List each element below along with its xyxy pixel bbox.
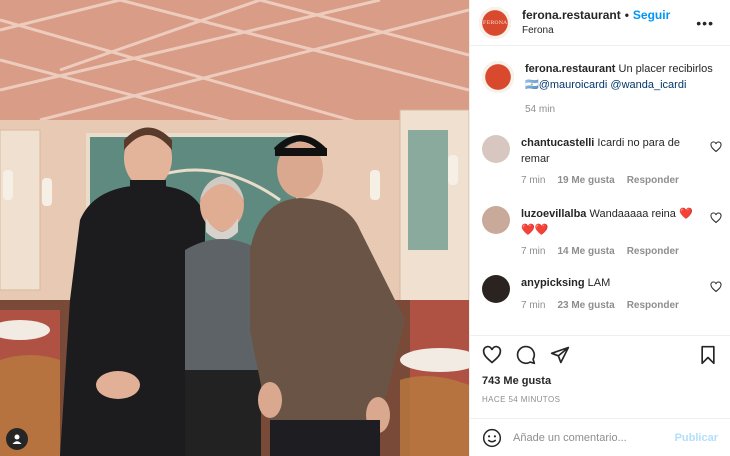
comment-likes[interactable]: 14 Me gusta — [557, 246, 614, 257]
comment-time[interactable]: 7 min — [521, 175, 545, 186]
reply-button[interactable]: Responder — [627, 300, 679, 311]
comment-username[interactable]: luzoevillalba — [521, 208, 586, 220]
like-heart-icon[interactable] — [482, 345, 502, 365]
comment-username[interactable]: anypicksing — [521, 277, 585, 289]
instagram-post-modal: FERONA ferona.restaurant • Seguir Ferona… — [0, 0, 730, 456]
share-paper-plane-icon[interactable] — [550, 345, 570, 365]
post-caption: ferona.restaurant Un placer recibirlos 🇦… — [482, 61, 720, 115]
follow-button[interactable]: Seguir — [633, 9, 670, 21]
like-count[interactable]: 743 Me gusta — [470, 375, 730, 387]
post-timestamp: HACE 54 MINUTOS — [482, 395, 561, 404]
like-comment-heart-icon[interactable] — [710, 141, 722, 153]
comment-text: LAM — [587, 277, 611, 289]
comment-item: luzoevillalba Wandaaaaa reina ❤️❤️❤️ 7 m… — [482, 206, 722, 257]
comment-time[interactable]: 7 min — [521, 246, 545, 257]
header-text: ferona.restaurant • Seguir Ferona — [522, 9, 696, 36]
post-header: FERONA ferona.restaurant • Seguir Ferona… — [470, 0, 730, 46]
comment-text: Wandaaaaa reina — [589, 208, 676, 220]
comment-likes[interactable]: 23 Me gusta — [557, 300, 614, 311]
separator-dot: • — [624, 8, 629, 22]
comment-bubble-icon[interactable] — [516, 345, 536, 365]
location-link[interactable]: Ferona — [522, 26, 696, 36]
caption-avatar[interactable] — [482, 61, 514, 93]
comment-input[interactable]: Añade un comentario... — [513, 432, 675, 444]
caption-time[interactable]: 54 min — [525, 104, 555, 115]
comment-item: anypicksing LAM 7 min 23 Me gusta Respon… — [482, 275, 722, 311]
comment-time[interactable]: 7 min — [521, 300, 545, 311]
reply-button[interactable]: Responder — [627, 175, 679, 186]
like-comment-heart-icon[interactable] — [710, 212, 722, 224]
mention-mauroicardi[interactable]: @mauroicardi — [539, 79, 608, 91]
comment-avatar[interactable] — [482, 206, 510, 234]
caption-username[interactable]: ferona.restaurant — [525, 63, 615, 75]
tagged-users-button[interactable] — [6, 428, 28, 450]
flag-emoji: 🇦🇷 — [525, 79, 539, 91]
mention-wanda-icardi[interactable]: @wanda_icardi — [610, 79, 686, 91]
reply-button[interactable]: Responder — [627, 246, 679, 257]
comment-likes[interactable]: 19 Me gusta — [557, 175, 614, 186]
photo-illustration — [0, 0, 469, 456]
publish-button[interactable]: Publicar — [675, 432, 718, 444]
account-avatar[interactable]: FERONA — [479, 6, 511, 39]
person-tag-icon — [12, 434, 22, 444]
emoji-icon[interactable] — [482, 428, 502, 448]
comment-avatar[interactable] — [482, 275, 510, 303]
post-side-panel: FERONA ferona.restaurant • Seguir Ferona… — [469, 0, 730, 456]
add-comment-bar: Añade un comentario... Publicar — [470, 418, 730, 456]
avatar-logo-text: FERONA — [482, 19, 508, 26]
comment-avatar[interactable] — [482, 135, 510, 163]
caption-text: Un placer recibirlos — [618, 63, 713, 75]
post-actions-bar — [470, 335, 730, 373]
more-options-icon[interactable]: ••• — [696, 15, 714, 31]
comment-username[interactable]: chantucastelli — [521, 137, 594, 149]
comments-list[interactable]: ferona.restaurant Un placer recibirlos 🇦… — [470, 46, 730, 335]
comment-item: chantucastelli Icardi no para de remar 7… — [482, 135, 722, 186]
post-photo[interactable] — [0, 0, 469, 456]
like-comment-heart-icon[interactable] — [710, 281, 722, 293]
save-bookmark-icon[interactable] — [698, 345, 718, 365]
account-username[interactable]: ferona.restaurant — [522, 9, 621, 21]
